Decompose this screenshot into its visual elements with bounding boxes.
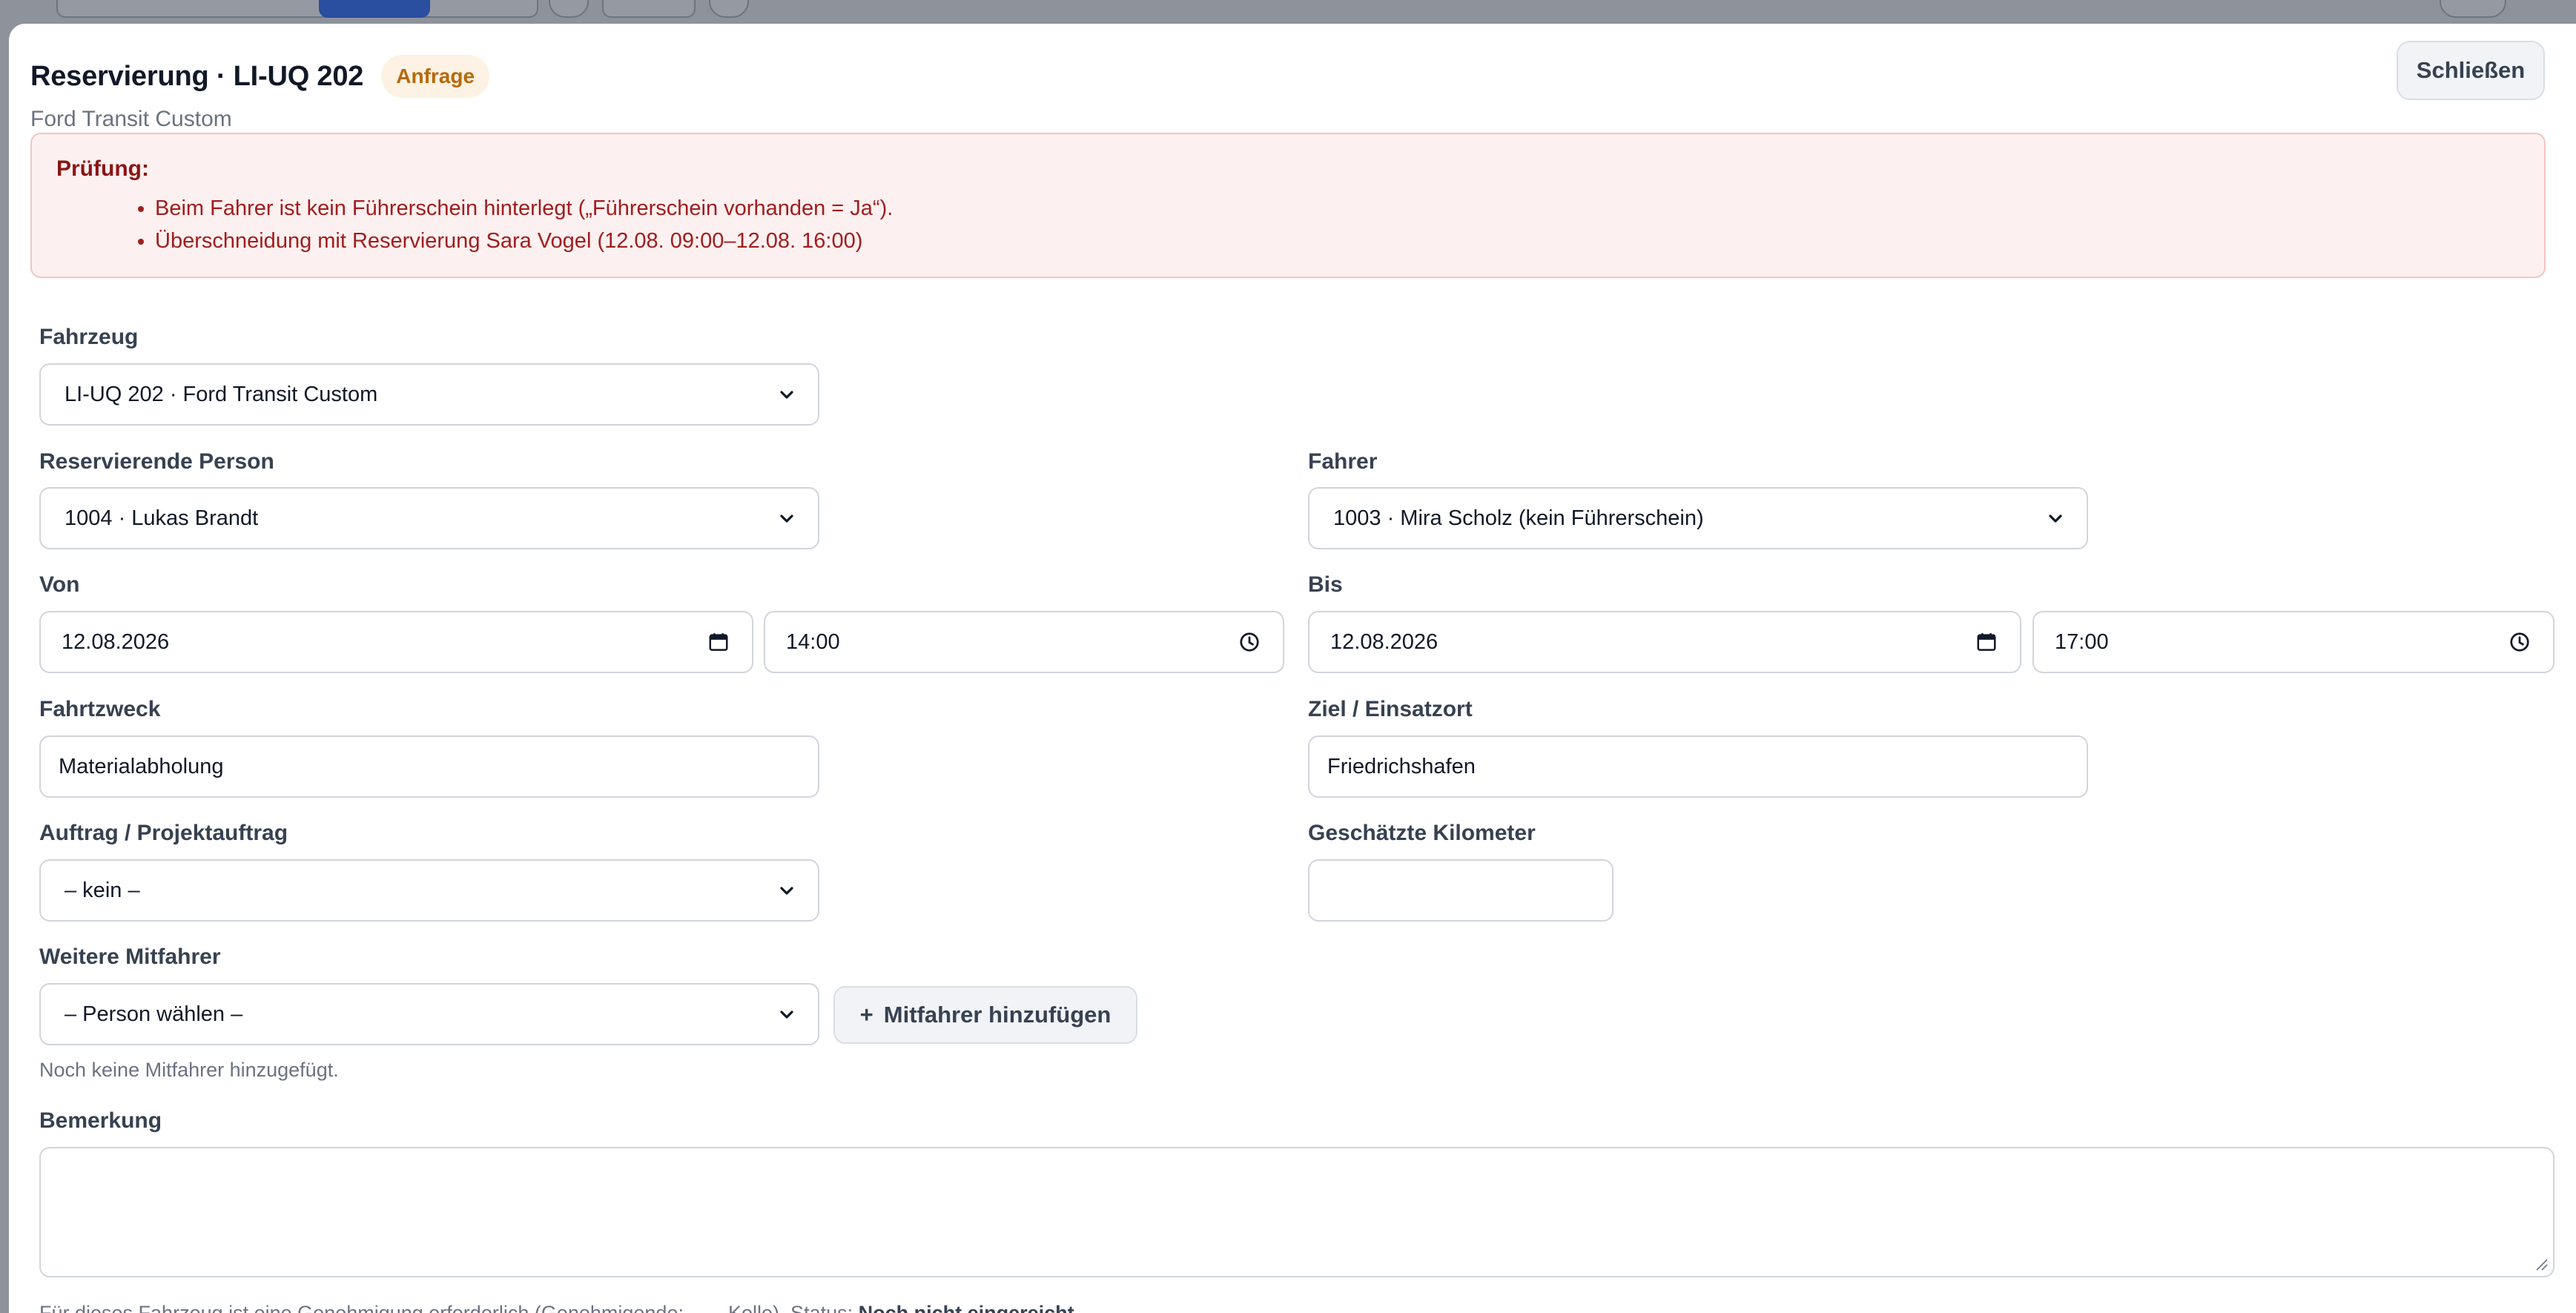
chevron-down-icon — [780, 391, 793, 399]
approval-status: Noch nicht eingereicht — [858, 1302, 1074, 1313]
driver-select-value: 1003 · Mira Scholz (kein Führerschein) — [1333, 506, 1704, 530]
background-icon-button — [549, 0, 589, 18]
background-active-tab — [319, 0, 430, 18]
passengers-empty-hint: Noch keine Mitfahrer hinzugefügt. — [39, 1059, 339, 1081]
chevron-down-icon — [780, 515, 793, 523]
destination-value: Friedrichshafen — [1327, 754, 1476, 778]
to-time-value: 17:00 — [2055, 629, 2109, 654]
passenger-select[interactable]: – Person wählen – — [39, 983, 819, 1045]
driver-select[interactable]: 1003 · Mira Scholz (kein Führerschein) — [1308, 487, 2088, 549]
passengers-label: Weitere Mitfahrer — [39, 945, 221, 969]
modal-header: Reservierung · LI-UQ 202 Anfrage Ford Tr… — [30, 55, 490, 132]
approval-note-text: Für dieses Fahrzeug ist eine Genehmigung… — [39, 1302, 859, 1313]
calendar-icon[interactable] — [707, 631, 730, 653]
add-passenger-label: Mitfahrer hinzufügen — [883, 1002, 1112, 1028]
clock-icon[interactable] — [2509, 631, 2531, 653]
approval-note: Für dieses Fahrzeug ist eine Genehmigung… — [39, 1302, 1074, 1313]
purpose-value: Materialabholung — [59, 754, 224, 778]
plus-icon: + — [859, 1002, 873, 1028]
from-time-value: 14:00 — [786, 629, 840, 654]
background-search — [56, 0, 538, 18]
clock-icon[interactable] — [1238, 631, 1261, 653]
background-icon-button — [709, 0, 749, 18]
from-label: Von — [39, 572, 80, 597]
add-passenger-button[interactable]: + Mitfahrer hinzufügen — [833, 986, 1137, 1044]
purpose-input[interactable]: Materialabholung — [39, 735, 819, 798]
km-label: Geschätzte Kilometer — [1308, 821, 1536, 845]
to-date-value: 12.08.2026 — [1330, 629, 1439, 654]
order-select[interactable]: – kein – — [39, 859, 819, 922]
close-button[interactable]: Schließen — [2397, 41, 2545, 100]
vehicle-select[interactable]: LI-UQ 202 · Ford Transit Custom — [39, 363, 819, 426]
chevron-down-icon — [2049, 515, 2062, 523]
destination-input[interactable]: Friedrichshafen — [1308, 735, 2088, 798]
order-select-value: – kein – — [65, 878, 140, 902]
reserver-select[interactable]: 1004 · Lukas Brandt — [39, 487, 819, 549]
background-icon-button — [2440, 0, 2506, 18]
driver-label: Fahrer — [1308, 449, 1378, 474]
to-time-input[interactable]: 17:00 — [2032, 611, 2554, 673]
chevron-down-icon — [780, 1011, 793, 1019]
vehicle-label: Fahrzeug — [39, 325, 139, 349]
from-date-input[interactable]: 12.08.2026 — [39, 611, 753, 673]
alert-title: Prüfung: — [56, 156, 149, 181]
resize-handle-icon[interactable] — [2534, 1257, 2549, 1271]
alert-list: Beim Fahrer ist kein Führerschein hinter… — [56, 192, 2520, 257]
reserver-label: Reservierende Person — [39, 449, 274, 474]
remark-textarea[interactable] — [39, 1147, 2554, 1277]
validation-alert: Prüfung: Beim Fahrer ist kein Führersche… — [30, 133, 2546, 278]
background-button — [602, 0, 696, 18]
vehicle-select-value: LI-UQ 202 · Ford Transit Custom — [65, 382, 378, 406]
reserver-select-value: 1004 · Lukas Brandt — [65, 506, 259, 530]
from-time-input[interactable]: 14:00 — [764, 611, 1284, 673]
remark-label: Bemerkung — [39, 1108, 162, 1133]
from-date-value: 12.08.2026 — [62, 629, 170, 654]
alert-item: Überschneidung mit Reservierung Sara Vog… — [155, 225, 2520, 257]
passenger-select-value: – Person wählen – — [65, 1002, 243, 1026]
alert-item: Beim Fahrer ist kein Führerschein hinter… — [155, 192, 2520, 225]
to-date-input[interactable]: 12.08.2026 — [1308, 611, 2021, 673]
status-badge: Anfrage — [381, 55, 490, 98]
purpose-label: Fahrtzweck — [39, 697, 161, 721]
order-label: Auftrag / Projektauftrag — [39, 821, 288, 845]
calendar-icon[interactable] — [1975, 631, 1998, 653]
destination-label: Ziel / Einsatzort — [1308, 697, 1473, 721]
modal-title: Reservierung · LI-UQ 202 — [30, 60, 364, 92]
chevron-down-icon — [780, 887, 793, 895]
to-label: Bis — [1308, 572, 1343, 597]
km-input[interactable] — [1308, 859, 1614, 922]
modal-subtitle: Ford Transit Custom — [30, 107, 232, 131]
